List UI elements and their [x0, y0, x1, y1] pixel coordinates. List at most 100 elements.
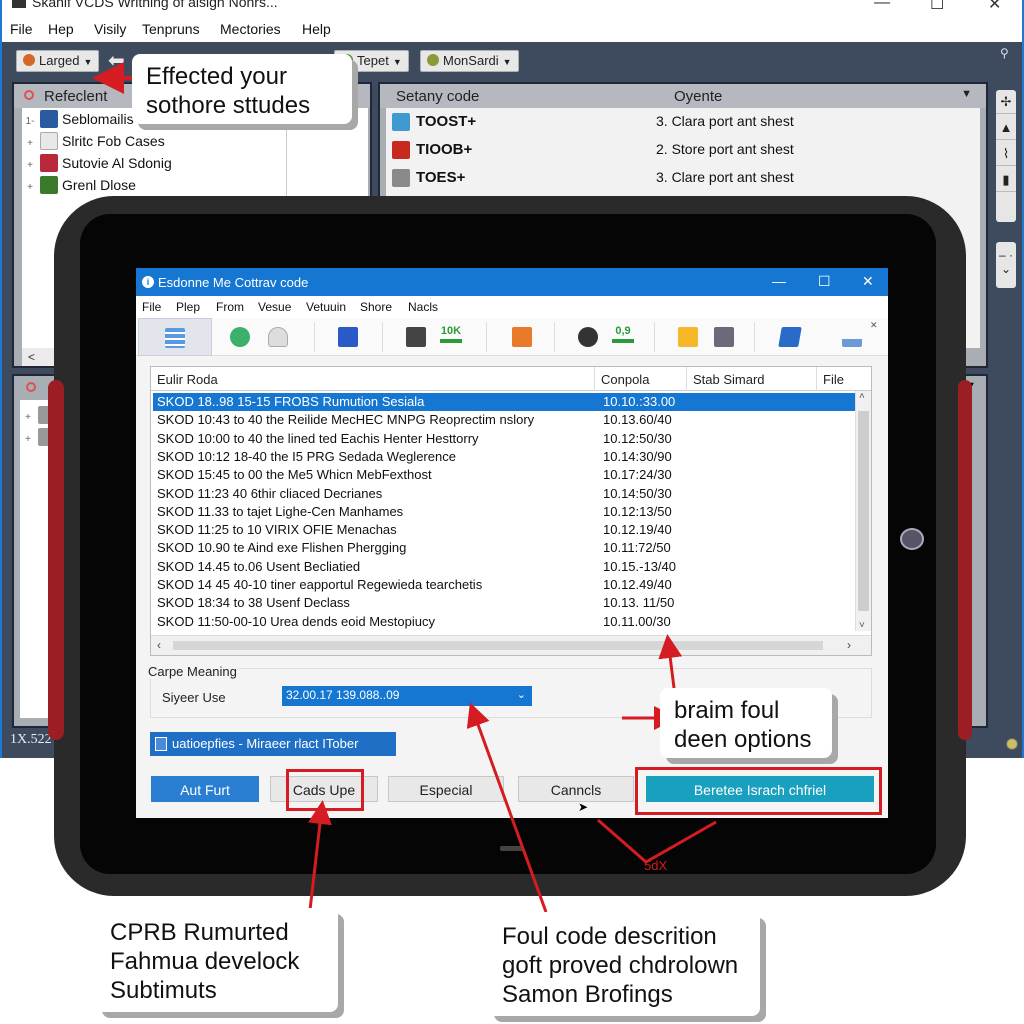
table-row[interactable]: SKOD 18:34 to 38 Usenf Declass 10.13. 11/…: [153, 594, 855, 612]
menu-visily[interactable]: Visily: [94, 21, 126, 37]
column-header-stab-simard[interactable]: Stab Simard: [687, 367, 817, 391]
gear-icon[interactable]: [578, 327, 598, 347]
refresh-icon: [26, 382, 36, 392]
table-row[interactable]: SKOD 14.45 to.06 Usent Becliatied 10.15.-…: [153, 558, 855, 576]
table-row[interactable]: SKOD 11.33 to tajet Lighe-Cen Manhames 10…: [153, 503, 855, 521]
code-description: 2. Store port ant shest: [656, 141, 794, 157]
table-row[interactable]: SKOD 11:50-00-10 Urea dends eoid Mestopi…: [153, 613, 855, 631]
dialog-maximize-button[interactable]: ☐: [818, 273, 831, 290]
aut-furt-button[interactable]: Aut Furt: [151, 776, 259, 802]
dialog-menu-file[interactable]: File: [142, 300, 161, 314]
table-row[interactable]: SKOD 10:12 18-40 the I5 PRG Sedada Wegle…: [153, 448, 855, 466]
mouse-cursor-icon: ➤: [578, 800, 589, 814]
tree-item[interactable]: + Grenl Dlose: [22, 176, 136, 198]
export-icon[interactable]: [512, 327, 532, 347]
dialog-menu-vesue[interactable]: Vesue: [258, 300, 291, 314]
close-button[interactable]: ✕: [988, 0, 1001, 14]
folder-dark-icon[interactable]: [406, 327, 426, 347]
table-row[interactable]: SKOD 10:43 to 40 the Reilide MecHEC MNPG…: [153, 411, 855, 429]
highlight-box-cads-upe: [286, 769, 364, 811]
tree-expander[interactable]: +: [22, 138, 38, 149]
menu-mectories[interactable]: Mectories: [220, 21, 281, 37]
vertical-scrollbar[interactable]: ˄ ˅: [855, 391, 871, 631]
time-cell: 10.13.60/40: [603, 412, 672, 428]
dialog-minimize-button[interactable]: —: [772, 273, 786, 289]
stamp-icon[interactable]: [842, 327, 862, 347]
curve-tool-icon[interactable]: ⌇: [996, 142, 1016, 166]
especial-button[interactable]: Especial: [388, 776, 504, 802]
use-select[interactable]: 32.00.17 139.088..09 ⌄: [282, 686, 532, 706]
tag-icon[interactable]: [778, 327, 802, 347]
module-icon[interactable]: [338, 327, 358, 347]
back-arrow-icon[interactable]: ⬅: [108, 48, 125, 73]
dialog-menu-shore[interactable]: Shore: [360, 300, 392, 314]
horizontal-scrollbar[interactable]: ‹ ›: [151, 635, 871, 655]
dialog-menu-plep[interactable]: Plep: [176, 300, 200, 314]
canncls-button[interactable]: Canncls: [518, 776, 634, 802]
table-row[interactable]: SKOD 11:23 40 6thir cliaced Decrianes 10.…: [153, 485, 855, 503]
list-view-button[interactable]: [138, 318, 212, 356]
menu-hep[interactable]: Hep: [48, 21, 74, 37]
background-menu-bar: File Hep Visily Tenpruns Mectories Help: [2, 16, 1022, 42]
menu-tenpruns[interactable]: Tenpruns: [142, 21, 200, 37]
scroll-left-icon[interactable]: ‹: [157, 638, 161, 652]
fault-code-cell: SKOD 10:00 to 40 the lined ted Eachis He…: [157, 430, 479, 446]
larged-icon: [23, 54, 35, 66]
maximize-button[interactable]: ☐: [930, 0, 944, 14]
dialog-close-button[interactable]: ✕: [862, 273, 874, 290]
document-icon: [155, 737, 167, 751]
book-tool-icon[interactable]: ▮: [996, 168, 1016, 192]
callout-line: braim foul: [674, 697, 780, 724]
mountain-tool-icon[interactable]: ▲: [996, 116, 1016, 140]
larged-dropdown[interactable]: Larged ▼: [16, 50, 100, 72]
table-row[interactable]: SKOD 15:45 to 00 the Me5 Whicn MebFextho…: [153, 466, 855, 484]
menu-file[interactable]: File: [10, 21, 33, 37]
column-header-eulir-roda[interactable]: Eulir Roda: [151, 367, 595, 391]
lock-icon[interactable]: [268, 327, 288, 347]
menu-help[interactable]: Help: [302, 21, 331, 37]
connect-icon[interactable]: [230, 327, 250, 347]
table-row[interactable]: SKOD 10:00 to 40 the lined ted Eachis He…: [153, 430, 855, 448]
image-icon[interactable]: [714, 327, 734, 347]
folder-icon[interactable]: [678, 327, 698, 347]
side-scroll-control[interactable]: – · ⌄: [996, 242, 1016, 288]
code-row[interactable]: TOOST+ 3. Clara port ant shest: [386, 108, 980, 136]
scroll-up-icon[interactable]: ˄: [859, 391, 865, 402]
dialog-menu-nacls[interactable]: Nacls: [408, 300, 438, 314]
toolbar-close-icon[interactable]: ✕: [870, 320, 878, 331]
background-window-title: Skanif VCDS Writhing of aisign Nonrs...: [32, 0, 278, 10]
tree-expander[interactable]: +: [20, 412, 36, 423]
tree-expander[interactable]: +: [22, 160, 38, 171]
tree-expander[interactable]: +: [22, 182, 38, 193]
scroll-right-icon[interactable]: ›: [847, 638, 851, 652]
tree-item[interactable]: + Slritc Fob Cases: [22, 132, 165, 154]
scrollbar-thumb[interactable]: [173, 641, 823, 650]
chevron-down-icon[interactable]: ▼: [961, 88, 972, 100]
code-row[interactable]: TIOOB+ 2. Store port ant shest: [386, 136, 980, 164]
scroll-down-icon[interactable]: ˅: [859, 620, 865, 631]
column-header-code[interactable]: Setany code: [396, 88, 479, 105]
tree-expander[interactable]: 1-: [22, 116, 38, 127]
table-row[interactable]: SKOD 10.90 te Aind exe Flishen Phergging…: [153, 539, 855, 557]
move-tool-icon[interactable]: ✢: [996, 90, 1016, 114]
monsardi-dropdown[interactable]: MonSardi ▼: [420, 50, 519, 72]
table-row[interactable]: SKOD 18..98 15-15 FROBS Rumution Sesiala…: [153, 393, 855, 411]
scroll-left-icon[interactable]: <: [28, 350, 35, 364]
column-header-oyente[interactable]: Oyente: [674, 88, 722, 105]
scrollbar-thumb[interactable]: [858, 411, 869, 611]
dialog-menu-vetuuin[interactable]: Vetuuin: [306, 300, 346, 314]
table-row[interactable]: SKOD 11:25 to 10 VIRIX OFIE Menachas 10.1…: [153, 521, 855, 539]
code-row[interactable]: TOES+ 3. Clare port ant shest: [386, 164, 980, 192]
minimize-button[interactable]: —: [874, 0, 890, 12]
callout-bottom-left: CPRB Rumurted Fahmua develock Subtimuts: [96, 908, 338, 1012]
pin-icon[interactable]: ⚲: [1000, 46, 1009, 60]
tree-item[interactable]: 1- Seblomailis: [22, 110, 134, 132]
table-row[interactable]: SKOD 14 45 40-10 tiner eapportul Regewie…: [153, 576, 855, 594]
group-label: Carpe Meaning: [146, 664, 239, 679]
status-text: uatioepfies - Miraeer rlact ITober: [172, 736, 359, 751]
column-header-conpola[interactable]: Conpola: [595, 367, 687, 391]
column-header-file[interactable]: File: [817, 367, 871, 391]
tree-expander[interactable]: +: [20, 434, 36, 445]
dialog-menu-from[interactable]: From: [216, 300, 244, 314]
tree-item[interactable]: + Sutovie Al Sdonig: [22, 154, 172, 176]
